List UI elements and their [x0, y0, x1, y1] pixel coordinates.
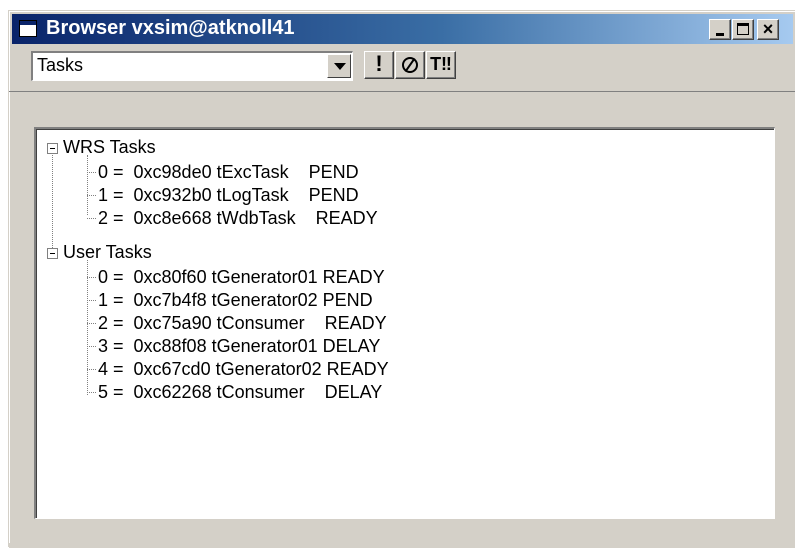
tree-line — [87, 369, 96, 370]
tree-line — [87, 172, 96, 173]
tree-item[interactable]: 1 = 0xc7b4f8 tGenerator02 PEND — [98, 289, 373, 312]
tree-line — [87, 155, 88, 215]
tree-line — [87, 218, 96, 219]
view-select-dropdown-button[interactable] — [327, 54, 351, 78]
tree-item[interactable]: 0 = 0xc98de0 tExcTask PEND — [98, 161, 359, 184]
view-select-value: Tasks — [37, 55, 84, 75]
tree-line — [87, 195, 96, 196]
tree-line — [87, 323, 96, 324]
window-icon[interactable] — [19, 20, 37, 37]
tree-item[interactable]: 0 = 0xc80f60 tGenerator01 READY — [98, 266, 385, 289]
close-icon: × — [762, 19, 774, 39]
tree-item[interactable]: 2 = 0xc8e668 tWdbTask READY — [98, 207, 378, 230]
toolbar: Tasks ! T‼ — [9, 47, 795, 83]
tree-line — [87, 392, 96, 393]
view-select[interactable]: Tasks — [31, 51, 353, 81]
title-bar[interactable]: Browser vxsim@atknoll41 × — [12, 14, 793, 44]
task-tree[interactable]: WRS Tasks 0 = 0xc98de0 tExcTask PEND 1 =… — [34, 127, 775, 519]
maximize-icon — [737, 23, 749, 35]
tree-item[interactable]: 3 = 0xc88f08 tGenerator01 DELAY — [98, 335, 380, 358]
chevron-down-icon — [334, 63, 346, 70]
watch-button[interactable] — [395, 51, 425, 79]
collapse-user-tasks-icon[interactable] — [47, 248, 58, 259]
tree-line — [87, 260, 88, 395]
watch-icon — [402, 57, 418, 73]
tree-line — [52, 155, 53, 256]
tree-item[interactable]: 4 = 0xc67cd0 tGenerator02 READY — [98, 358, 389, 381]
tree-item[interactable]: 5 = 0xc62268 tConsumer DELAY — [98, 381, 382, 404]
collapse-wrs-tasks-icon[interactable] — [47, 143, 58, 154]
tree-item[interactable]: 1 = 0xc932b0 tLogTask PEND — [98, 184, 359, 207]
window-title: Browser vxsim@atknoll41 — [46, 17, 295, 39]
window-bottom-edge — [9, 543, 795, 548]
tree-item[interactable]: 2 = 0xc75a90 tConsumer READY — [98, 312, 387, 335]
close-button[interactable]: × — [757, 19, 779, 40]
tree-group-user-tasks[interactable]: User Tasks — [63, 241, 152, 264]
tree-line — [87, 300, 96, 301]
tree-group-wrs-tasks[interactable]: WRS Tasks — [63, 136, 156, 159]
tree-line — [87, 277, 96, 278]
tree-line — [87, 346, 96, 347]
minimize-icon — [716, 33, 724, 36]
exclamation-button[interactable]: ! — [364, 51, 394, 79]
maximize-button[interactable] — [732, 19, 754, 40]
config-button[interactable]: T‼ — [426, 51, 456, 79]
minimize-button[interactable] — [709, 19, 731, 40]
